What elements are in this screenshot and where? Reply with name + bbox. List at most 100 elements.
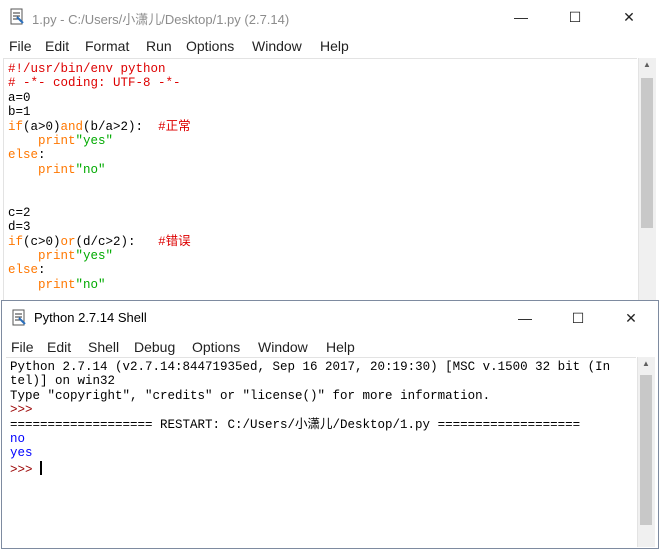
code-line-token: else [8,263,39,278]
code-line-token: # -*- coding: UTF-8 -*- [8,76,181,91]
shell-scrollbar[interactable]: ▲ [637,357,655,547]
shell-line-token: tel)] on win32 [10,374,116,389]
code-line: print"yes" [8,249,191,263]
code-line: a=0 [8,91,191,105]
shell-menu-window[interactable]: Window [258,339,308,355]
code-line: print"yes" [8,134,191,148]
code-line-token: d=3 [8,220,31,235]
editor-titlebar[interactable]: 1.py - C:/Users/小潇儿/Desktop/1.py (2.7.14… [0,0,660,34]
shell-window: Python 2.7.14 Shell — ☐ ✕ File Edit Shel… [1,300,659,549]
code-text: #!/usr/bin/env python # -*- coding: UTF-8… [8,62,191,292]
code-line: else: [8,148,191,162]
code-line-token: (a>0) [23,119,61,134]
shell-menu-shell[interactable]: Shell [88,339,119,355]
editor-scrollbar[interactable]: ▲ [638,58,656,300]
code-line-token: and [60,119,84,134]
shell-line: Python 2.7.14 (v2.7.14:84471935ed, Sep 1… [10,360,610,374]
menu-edit[interactable]: Edit [45,38,69,54]
code-line: # -*- coding: UTF-8 -*- [8,76,191,90]
close-button[interactable]: ✕ [606,2,652,32]
code-line: #!/usr/bin/env python [8,62,191,76]
code-line-token: "yes" [75,133,114,148]
code-line-token: print [38,277,76,292]
code-line: print"no" [8,163,191,177]
code-line-token: #!/usr/bin/env python [8,62,166,76]
menu-format[interactable]: Format [85,38,129,54]
shell-line-token: >>> [10,403,41,418]
editor-menubar: File Edit Format Run Options Window Help [0,34,660,58]
shell-line: yes [10,446,610,460]
code-line-token: a=0 [8,90,31,105]
code-line: if(a>0)and(b/a>2): #正常 [8,120,191,134]
code-line-token: "no" [75,162,106,177]
code-line-token: (c>0) [23,234,61,249]
code-line-token [8,278,38,292]
shell-line: =================== RESTART: C:/Users/小潇… [10,418,610,432]
maximize-button[interactable]: ☐ [552,2,598,32]
code-line-token: if [8,234,24,249]
code-line-token: "yes" [75,249,114,264]
shell-menu-options[interactable]: Options [192,339,240,355]
shell-line-token: yes [10,446,33,461]
code-line-token: if [8,119,24,134]
shell-minimize-button[interactable]: — [502,303,548,333]
code-line-token [8,249,38,263]
text-cursor [40,460,43,475]
code-line-token [8,163,38,177]
code-line-token: (b/a>2): [83,119,159,134]
shell-menu-file[interactable]: File [11,339,34,355]
code-line-token: print [38,133,76,148]
shell-scroll-up-icon[interactable]: ▲ [642,359,650,368]
code-line: else: [8,263,191,277]
shell-menu-help[interactable]: Help [326,339,355,355]
shell-titlebar[interactable]: Python 2.7.14 Shell — ☐ ✕ [2,301,658,335]
menu-help[interactable]: Help [320,38,349,54]
code-line-token [8,134,38,148]
scroll-up-icon[interactable]: ▲ [643,60,651,69]
idle-file-icon [10,8,24,25]
menu-window[interactable]: Window [252,38,302,54]
shell-output: Python 2.7.14 (v2.7.14:84471935ed, Sep 1… [10,360,610,477]
menu-run[interactable]: Run [146,38,172,54]
shell-line: >>> [10,403,610,417]
code-line: d=3 [8,220,191,234]
shell-line-token: no [10,431,26,446]
editor-window: 1.py - C:/Users/小潇儿/Desktop/1.py (2.7.14… [0,0,660,300]
shell-line-token: Type "copyright", "credits" or "license(… [10,388,491,403]
code-line-token: print [38,249,76,264]
shell-maximize-button[interactable]: ☐ [555,303,601,333]
shell-menu-edit[interactable]: Edit [47,339,71,355]
code-line: print"no" [8,278,191,292]
code-line-token: (d/c>2): [75,234,159,249]
code-line-token: "no" [75,277,106,292]
code-line: if(c>0)or(d/c>2): #错误 [8,235,191,249]
shell-line-token: >>> [10,462,41,477]
shell-scroll-thumb[interactable] [640,375,652,525]
shell-line: tel)] on win32 [10,374,610,388]
shell-close-button[interactable]: ✕ [608,303,654,333]
code-line-token: #正常 [158,119,191,134]
shell-line: Type "copyright", "credits" or "license(… [10,389,610,403]
code-line-token: c=2 [8,205,31,220]
shell-menubar: File Edit Shell Debug Options Window Hel… [2,335,658,359]
shell-menu-debug[interactable]: Debug [134,339,175,355]
editor-title: 1.py - C:/Users/小潇儿/Desktop/1.py (2.7.14… [32,12,290,27]
code-line-token: #错误 [158,234,191,249]
menu-options[interactable]: Options [186,38,234,54]
code-line: b=1 [8,105,191,119]
code-line-token: : [38,148,46,163]
code-line-token: or [60,234,76,249]
code-line: c=2 [8,206,191,220]
code-line-token: else [8,148,39,163]
editor-scroll-thumb[interactable] [641,78,653,228]
shell-line-token: =================== RESTART: C:/Users/小潇… [10,417,581,432]
shell-line: >>> [10,460,610,477]
menu-file[interactable]: File [9,38,32,54]
shell-line: no [10,432,610,446]
minimize-button[interactable]: — [498,2,544,32]
code-line-token: : [38,263,46,278]
code-line-token: print [38,162,76,177]
shell-line-token: Python 2.7.14 (v2.7.14:84471935ed, Sep 1… [10,360,611,374]
